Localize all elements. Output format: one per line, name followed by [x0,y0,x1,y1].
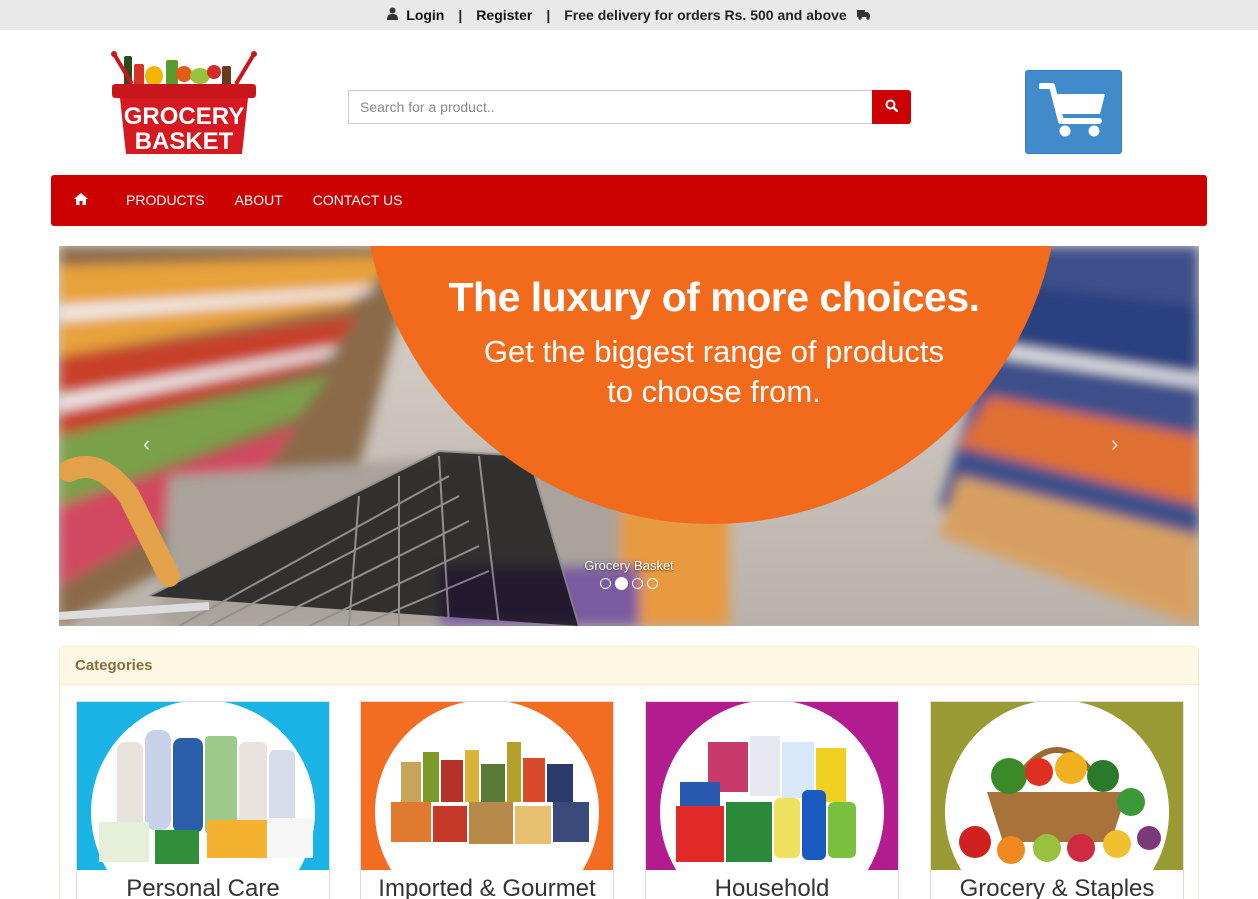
category-image-personal-care [77,702,329,870]
category-label: Household [714,875,830,899]
category-label: Imported & Gourmet [378,875,596,899]
category-label: Grocery & Staples [959,875,1155,899]
carousel-prev-arrow[interactable]: ‹ [143,431,150,457]
carousel-indicators [600,577,658,590]
login-link[interactable]: Login [406,7,444,23]
carousel-dot-active[interactable] [615,577,628,590]
search-input[interactable] [348,90,872,124]
main-navbar: PRODUCTS ABOUT CONTACT US [51,175,1207,226]
register-link[interactable]: Register [476,7,532,23]
category-image-household [646,702,898,870]
separator: | [546,7,551,23]
separator: | [458,7,463,23]
nav-home[interactable] [51,175,111,226]
nav-about[interactable]: ABOUT [220,175,298,226]
user-icon [387,7,399,23]
category-card-grocery-staples[interactable]: Grocery & Staples [930,701,1184,899]
search-icon [885,99,899,115]
cart-button[interactable] [1025,70,1122,154]
nav-contact-us[interactable]: CONTACT US [298,175,418,226]
truck-icon [856,7,871,23]
delivery-text: Free delivery for orders Rs. 500 and abo… [564,7,847,23]
carousel-caption: Grocery Basket [584,558,674,573]
hero-carousel: The luxury of more choices. Get the bigg… [59,246,1199,626]
top-bar: Login | Register | Free delivery for ord… [0,0,1258,30]
category-image-grocery-staples [931,702,1183,870]
grocery-basket-logo[interactable]: GROCERY BASKET [110,50,258,156]
carousel-dot[interactable] [632,578,643,589]
slide-title: The luxury of more choices. [448,274,980,320]
carousel-dot[interactable] [600,578,611,589]
search-bar [348,90,911,124]
category-card-household[interactable]: Household [645,701,899,899]
logo-text-grocery: GROCERY [124,103,244,130]
logo-text-basket: BASKET [135,128,234,155]
category-card-imported-gourmet[interactable]: Imported & Gourmet [360,701,614,899]
carousel-next-arrow[interactable]: › [1111,431,1118,457]
nav-products[interactable]: PRODUCTS [111,175,220,226]
categories-heading: Categories [60,647,1198,685]
categories-panel: Categories Personal Care Imported & Gour… [59,646,1199,899]
category-card-personal-care[interactable]: Personal Care [76,701,330,899]
carousel-dot[interactable] [647,578,658,589]
search-button[interactable] [872,90,911,124]
shopping-cart-icon [1037,81,1109,144]
category-image-imported-gourmet [361,702,613,870]
slide-subtitle-line1: Get the biggest range of products [483,334,945,369]
slide-subtitle-line2: to choose from. [607,374,821,409]
category-label: Personal Care [126,875,280,899]
home-icon [74,192,88,210]
